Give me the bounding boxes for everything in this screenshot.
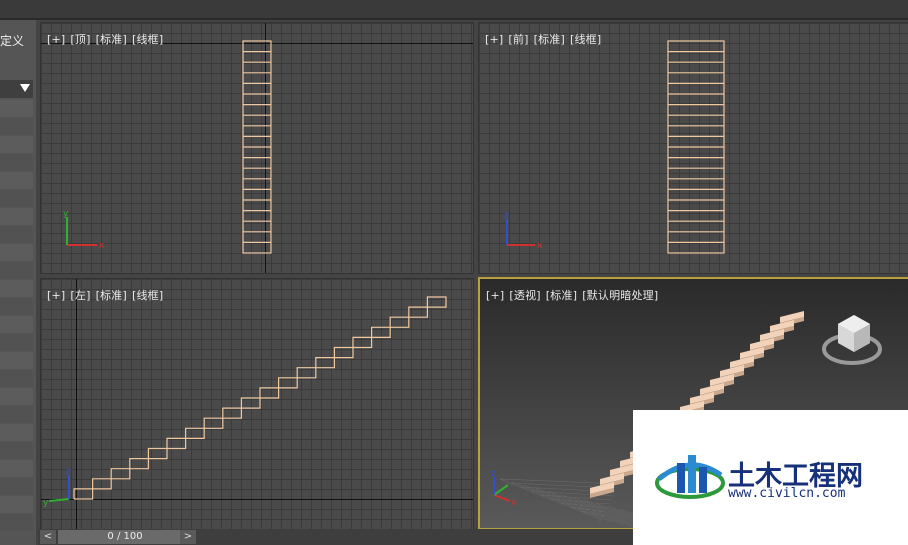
viewport-menu-plus[interactable]: [+] <box>485 33 503 46</box>
command-panel-row <box>0 514 33 531</box>
command-panel-row <box>0 424 33 441</box>
viewcube-icon[interactable] <box>822 315 882 365</box>
command-panel-row <box>0 226 33 243</box>
axis-z-label: z <box>66 467 71 477</box>
viewport-front[interactable]: [+] [前] [标准] [线框] x z <box>478 22 908 274</box>
next-frame-button[interactable]: > <box>180 530 196 544</box>
axis-gizmo-icon: z x <box>491 469 517 508</box>
command-panel-row <box>0 154 33 171</box>
command-panel-row <box>0 442 33 459</box>
command-panel-row <box>0 100 33 117</box>
command-panel-row <box>0 262 33 279</box>
axis-x-label: x <box>511 498 517 508</box>
viewport-quality[interactable]: [标准] <box>546 289 577 302</box>
axis-y-label: y <box>43 498 49 508</box>
axis-gizmo-icon: x y <box>63 209 105 251</box>
command-panel-row <box>0 298 33 315</box>
axis-x-label: x <box>99 241 105 251</box>
axis-gizmo-icon: x z <box>504 211 543 251</box>
command-panel-row <box>0 118 33 135</box>
viewport-label-front[interactable]: [+] [前] [标准] [线框] <box>485 31 606 47</box>
watermark-url: www.civilcn.com <box>728 486 846 501</box>
viewport-shading[interactable]: [线框] <box>132 289 163 302</box>
axis-gizmo-icon: y z <box>43 467 71 508</box>
prev-frame-button[interactable]: < <box>40 530 56 544</box>
viewport-quality[interactable]: [标准] <box>96 33 127 46</box>
command-panel-row <box>0 136 33 153</box>
command-panel-row <box>0 352 33 369</box>
viewport-view-name[interactable]: [前] <box>508 33 528 46</box>
civilcn-logo-icon <box>655 455 725 499</box>
axis-y-label: y <box>63 209 69 219</box>
viewport-menu-plus[interactable]: [+] <box>47 33 65 46</box>
title-bar <box>0 0 908 20</box>
watermark: 土木工程网 www.civilcn.com <box>633 410 908 545</box>
command-panel-row <box>0 388 33 405</box>
viewport-shading[interactable]: [默认明暗处理] <box>582 289 658 302</box>
viewport-view-name[interactable]: [透视] <box>509 289 540 302</box>
top-view-stairs: x y <box>63 40 272 254</box>
viewport-label-perspective[interactable]: [+] [透视] [标准] [默认明暗处理] <box>486 287 663 303</box>
command-panel-title: 定义 <box>0 34 25 48</box>
viewport-menu-plus[interactable]: [+] <box>486 289 504 302</box>
command-panel-row <box>0 244 33 261</box>
viewport-quality[interactable]: [标准] <box>96 289 127 302</box>
time-slider[interactable]: 0 / 100 <box>58 530 192 544</box>
command-panel-row <box>0 460 33 477</box>
viewport-quality[interactable]: [标准] <box>534 33 565 46</box>
command-panel-row <box>0 280 33 297</box>
front-view-stairs: x z <box>504 40 725 254</box>
viewport-left[interactable]: [+] [左] [标准] [线框] y z <box>40 278 474 530</box>
viewport-shading[interactable]: [线框] <box>570 33 601 46</box>
command-panel-dropdown[interactable] <box>0 80 33 98</box>
viewport-top[interactable]: [+] [顶] [标准] [线框] x y <box>40 22 474 274</box>
viewport-view-name[interactable]: [顶] <box>70 33 90 46</box>
viewport-view-name[interactable]: [左] <box>70 289 90 302</box>
command-panel-row <box>0 370 33 387</box>
axis-z-label: z <box>491 469 496 479</box>
command-panel-row <box>0 478 33 495</box>
command-panel-row <box>0 334 33 351</box>
dropdown-arrow-icon <box>20 84 30 92</box>
viewport-shading[interactable]: [线框] <box>132 33 163 46</box>
axis-x-label: x <box>537 241 543 251</box>
viewport-label-left[interactable]: [+] [左] [标准] [线框] <box>47 287 168 303</box>
viewport-menu-plus[interactable]: [+] <box>47 289 65 302</box>
command-panel-row <box>0 190 33 207</box>
command-panel-row <box>0 496 33 513</box>
viewport-label-top[interactable]: [+] [顶] [标准] [线框] <box>47 31 168 47</box>
command-panel-row <box>0 316 33 333</box>
command-panel-row <box>0 406 33 423</box>
command-panel-row <box>0 172 33 189</box>
command-panel-row <box>0 208 33 225</box>
left-view-stairs: y z <box>43 296 447 508</box>
axis-z-label: z <box>504 211 509 221</box>
